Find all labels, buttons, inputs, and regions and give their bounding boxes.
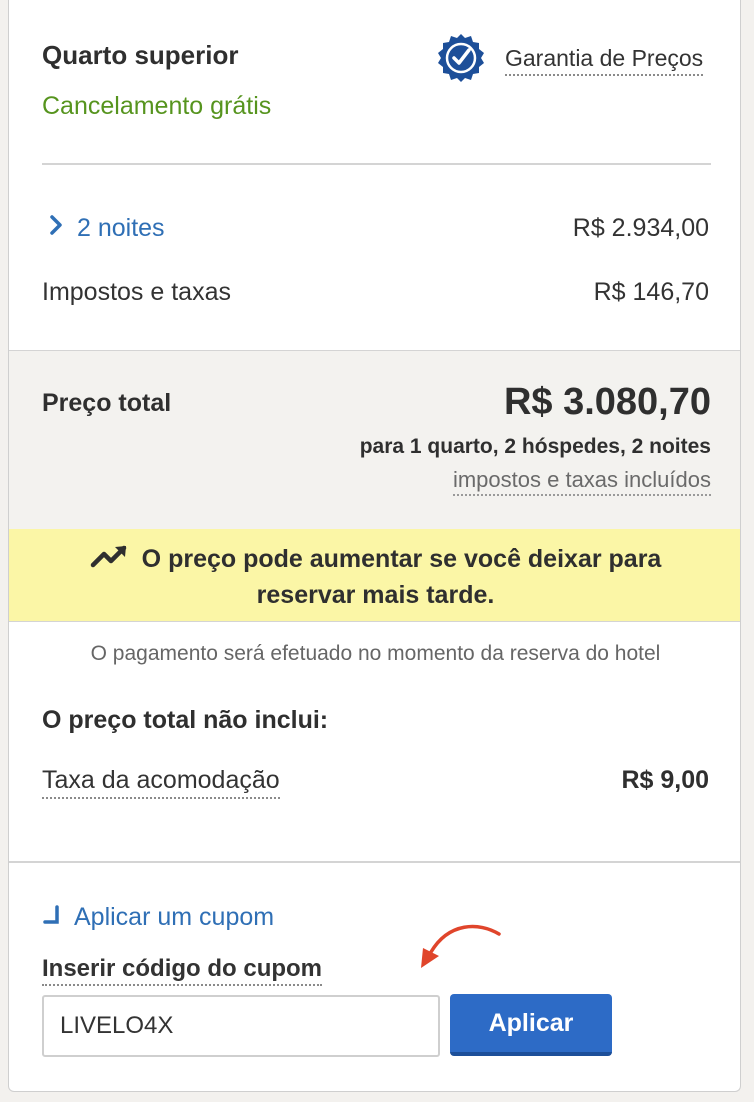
total-price-section: Preço total R$ 3.080,70 para 1 quarto, 2… xyxy=(9,350,740,530)
room-title: Quarto superior xyxy=(42,40,239,70)
chevron-right-icon xyxy=(49,214,63,243)
alert-text-line-1: O preço pode aumentar se você deixar par… xyxy=(141,545,662,573)
taxes-price: R$ 146,70 xyxy=(593,278,709,306)
price-increase-alert: O preço pode aumentar se você deixar par… xyxy=(9,529,740,622)
divider xyxy=(42,163,711,165)
accommodation-fee-label[interactable]: Taxa da acomodação xyxy=(42,766,280,799)
total-price-detail: para 1 quarto, 2 hóspedes, 2 noites xyxy=(359,435,711,458)
total-price-label: Preço total xyxy=(42,389,172,417)
coupon-code-input[interactable] xyxy=(42,995,440,1057)
accommodation-fee-price: R$ 9,00 xyxy=(621,766,709,794)
price-guarantee-badge-icon xyxy=(435,32,487,89)
alert-line-1: O preço pode aumentar se você deixar par… xyxy=(9,543,740,576)
free-cancellation-label: Cancelamento grátis xyxy=(42,92,272,120)
nights-label: 2 noites xyxy=(77,214,165,242)
total-price-value: R$ 3.080,70 xyxy=(503,381,711,423)
trending-up-icon xyxy=(90,543,142,576)
coupon-code-label: Inserir código do cupom xyxy=(42,955,323,986)
alert-text-line-2: reservar mais tarde. xyxy=(256,581,495,609)
taxes-label: Impostos e taxas xyxy=(42,278,231,306)
annotation-arrow-icon xyxy=(409,918,509,979)
taxes-included-note[interactable]: impostos e taxas incluídos xyxy=(452,467,711,496)
nights-price: R$ 2.934,00 xyxy=(572,214,709,242)
apply-coupon-button[interactable]: Aplicar xyxy=(450,994,612,1056)
nights-breakdown-toggle[interactable]: 2 noites xyxy=(49,214,165,243)
collapse-corner-icon xyxy=(42,903,74,932)
apply-coupon-label: Aplicar um cupom xyxy=(74,903,275,931)
apply-coupon-toggle[interactable]: Aplicar um cupom xyxy=(42,903,274,932)
booking-summary-panel: Quarto superior Cancelamento grátis Gara… xyxy=(8,0,741,1092)
price-guarantee-link[interactable]: Garantia de Preços xyxy=(505,45,704,76)
price-guarantee[interactable]: Garantia de Preços xyxy=(435,32,704,89)
divider xyxy=(9,861,740,863)
payment-note: O pagamento será efetuado no momento da … xyxy=(90,642,661,665)
not-included-heading: O preço total não inclui: xyxy=(42,706,329,734)
